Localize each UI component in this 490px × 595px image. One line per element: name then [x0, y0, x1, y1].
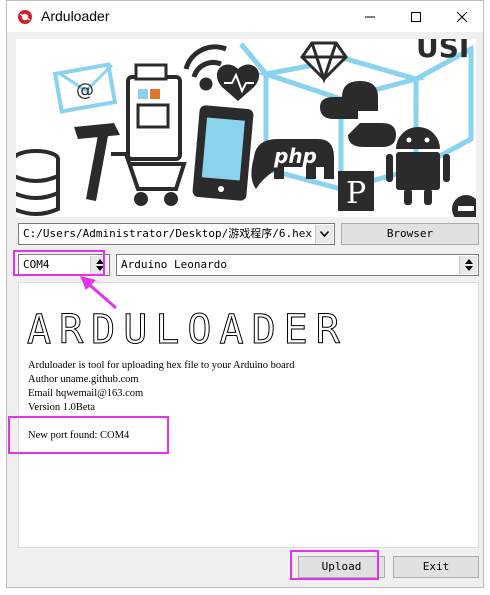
info-text: Arduloader is tool for uploading hex fil…: [28, 359, 295, 415]
heart-icon: [216, 64, 260, 101]
port-highlight-box: [13, 250, 105, 276]
exit-button[interactable]: Exit: [393, 556, 479, 578]
upload-highlight-box: [290, 550, 379, 580]
hero-banner: @ php P USI: [16, 39, 476, 217]
file-path-dropdown-button[interactable]: [315, 225, 333, 243]
annotation-arrow: [80, 276, 117, 310]
maximize-icon: [411, 11, 421, 22]
info-line: Version 1.0Beta: [28, 402, 96, 413]
hero-illustration: @ php P USI: [16, 39, 476, 217]
app-logo-icon: [18, 10, 32, 24]
info-line: Email hqwemail@163.com: [28, 388, 144, 399]
status-highlight-box: [8, 416, 169, 454]
info-line: Arduloader is tool for uploading hex fil…: [28, 360, 295, 371]
board-select[interactable]: Arduino Leonardo: [116, 254, 479, 276]
ascii-banner: ARDULOADER: [27, 307, 348, 353]
device-icon: [126, 63, 182, 161]
browse-button[interactable]: Browser: [341, 223, 479, 245]
at-sign: @: [76, 80, 94, 101]
minimize-button[interactable]: [347, 1, 393, 32]
file-path-value: C:/Users/Administrator/Desktop/游戏程序/6.he…: [23, 227, 313, 240]
info-line: Author uname.github.com: [28, 374, 139, 385]
close-button[interactable]: [439, 1, 485, 32]
console-output[interactable]: ARDULOADER Arduloader is tool for upload…: [18, 282, 479, 548]
maximize-button[interactable]: [393, 1, 439, 32]
file-path-combobox[interactable]: C:/Users/Administrator/Desktop/游戏程序/6.he…: [18, 223, 335, 245]
p-text: P: [346, 176, 366, 211]
hammer-icon: [74, 123, 120, 201]
chevron-down-icon: [320, 231, 329, 237]
window-title: Arduloader: [41, 8, 110, 24]
p-logo-icon: P: [338, 171, 374, 211]
up-down-arrows-icon: [464, 259, 473, 271]
database-icon: [16, 149, 60, 216]
minimize-icon: [365, 16, 375, 17]
board-spin-button[interactable]: [459, 256, 477, 274]
python-icon: [320, 81, 396, 147]
minus-circle-icon: [452, 195, 476, 217]
php-text: php: [273, 144, 317, 168]
gem-icon: [300, 41, 348, 84]
board-value: Arduino Leonardo: [121, 258, 227, 271]
usb-text: USI: [416, 39, 469, 64]
email-icon: @: [52, 62, 118, 114]
smartphone-icon: [192, 105, 254, 201]
close-icon: [457, 11, 467, 22]
cart-icon: [111, 152, 187, 206]
title-bar: Arduloader: [7, 1, 483, 32]
